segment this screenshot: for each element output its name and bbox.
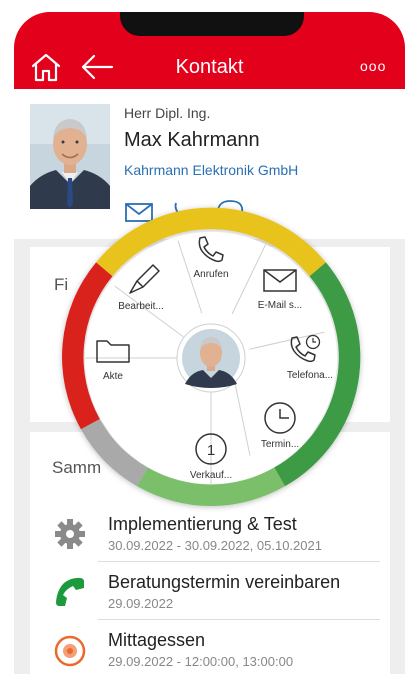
wheel-item-label: Verkauf... (190, 470, 232, 481)
gear-icon (55, 519, 85, 549)
contact-name: Max Kahrmann (124, 129, 260, 151)
wheel-item-label: Anrufen (193, 269, 228, 280)
activity-item[interactable]: Beratungstermin vereinbaren 29.09.2022 (30, 562, 390, 620)
radial-action-menu: Anrufen E-Mail s... Telefona... Termin..… (62, 207, 361, 506)
wheel-item-label: Telefona... (287, 370, 333, 381)
activity-item[interactable]: Mittagessen 29.09.2022 - 12:00:00, 13:00… (30, 620, 390, 674)
activity-date: 29.09.2022 - 12:00:00, 13:00:00 (108, 654, 294, 669)
wheel-item-label: Termin... (261, 439, 299, 450)
contact-photo (30, 104, 110, 209)
wheel-item-label: Bearbeit... (118, 301, 164, 312)
wheel-item-badge: 1 (207, 442, 215, 459)
wheel-contact-avatar[interactable] (182, 329, 240, 388)
phone-icon (56, 577, 84, 606)
wheel-item-label: E-Mail s... (258, 300, 302, 311)
activity-title: Mittagessen (108, 630, 206, 650)
contact-company-link[interactable]: Kahrmann Elektronik GmbH (124, 162, 298, 178)
app-header: Kontakt ooo (14, 12, 405, 89)
contact-salutation: Herr Dipl. Ing. (124, 105, 211, 121)
phone-notch (120, 12, 304, 36)
more-options-button[interactable]: ooo (360, 58, 386, 74)
activity-title: Beratungstermin vereinbaren (108, 572, 341, 592)
wheel-item-label: Akte (103, 371, 123, 382)
page-title: Kontakt (175, 56, 244, 78)
target-icon (54, 635, 86, 667)
activity-date: 30.09.2022 - 30.09.2022, 05.10.2021 (108, 538, 322, 553)
activity-date: 29.09.2022 (108, 596, 174, 611)
